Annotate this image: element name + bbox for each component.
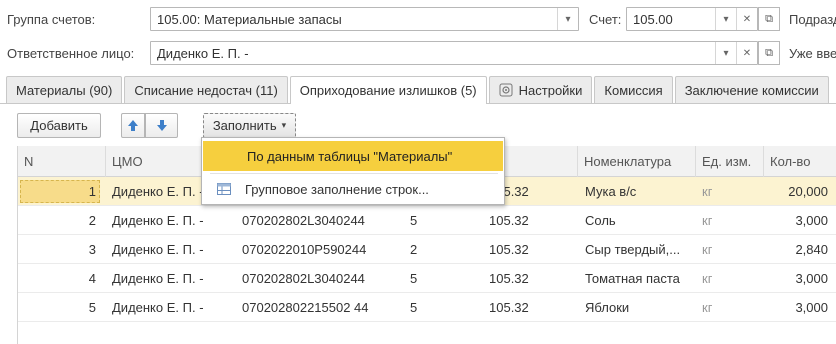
row-nomenclature: Сыр твердый,...	[585, 242, 681, 257]
fill-dropdown-button[interactable]: Заполнить ▾	[203, 113, 296, 138]
table-row[interactable]: 4 Диденко Е. П. - 070202802L3040244 5 10…	[18, 264, 836, 293]
row-qty: 3,000	[795, 213, 828, 228]
row-kps: 5	[410, 213, 418, 228]
table-icon	[217, 183, 231, 195]
row-nomenclature: Томатная паста	[585, 271, 680, 286]
row-account: 105.32	[489, 242, 529, 257]
gear-icon	[499, 83, 513, 97]
row-kbk: 070202802L3040244	[242, 213, 365, 228]
row-unit: кг	[702, 242, 713, 257]
account-group-field[interactable]: 105.00: Материальные запасы ▾	[150, 7, 579, 31]
row-qty: 20,000	[788, 184, 828, 199]
row-kps: 5	[410, 300, 418, 315]
chevron-down-icon[interactable]: ▾	[715, 42, 736, 64]
row-cmo: Диденко Е. П. -	[112, 300, 204, 315]
row-unit: кг	[702, 184, 713, 199]
clear-icon[interactable]: ✕	[736, 8, 757, 30]
add-button[interactable]: Добавить	[17, 113, 101, 138]
row-account: 105.32	[489, 300, 529, 315]
account-group-value: 105.00: Материальные запасы	[157, 12, 342, 27]
row-cmo: Диденко Е. П. -	[112, 242, 204, 257]
row-unit: кг	[702, 213, 713, 228]
responsible-label: Ответственное лицо:	[7, 46, 135, 61]
row-unit: кг	[702, 300, 713, 315]
tab-shortage-writeoff[interactable]: Списание недостач (11)	[124, 76, 288, 103]
move-up-button[interactable]	[121, 113, 145, 138]
move-down-button[interactable]	[145, 113, 178, 138]
column-header-n[interactable]: N	[18, 146, 105, 177]
row-cmo: Диденко Е. П. -	[112, 271, 204, 286]
tab-materials[interactable]: Материалы (90)	[6, 76, 123, 103]
row-nomenclature: Мука в/с	[585, 184, 637, 199]
arrow-down-icon	[156, 120, 167, 131]
tab-commission[interactable]: Комиссия	[594, 76, 673, 103]
column-header-unit[interactable]: Ед. изм.	[695, 146, 763, 177]
column-header-nomenclature[interactable]: Номенклатура	[577, 146, 695, 177]
tab-commission-conclusion[interactable]: Заключение комиссии	[674, 76, 829, 103]
account-value: 105.00	[633, 12, 673, 27]
tab-surplus-receipt[interactable]: Оприходование излишков (5)	[289, 76, 487, 104]
menu-item-group-fill[interactable]: Групповое заполнение строк...	[203, 174, 503, 204]
row-qty: 3,000	[795, 300, 828, 315]
open-icon[interactable]: ⧉	[758, 7, 780, 31]
tab-bar: Материалы (90) Списание недостач (11) Оп…	[6, 76, 831, 104]
row-qty: 3,000	[795, 271, 828, 286]
tab-settings[interactable]: Настройки	[488, 76, 593, 103]
chevron-down-icon[interactable]: ▾	[557, 8, 578, 30]
row-kps: 5	[410, 271, 418, 286]
row-kbk: 070202802L3040244	[242, 271, 365, 286]
responsible-value: Диденко Е. П. -	[157, 46, 249, 61]
account-field[interactable]: 105.00 ▾ ✕	[626, 7, 758, 31]
row-number: 5	[88, 300, 96, 315]
row-nomenclature: Соль	[585, 213, 616, 228]
row-number: 2	[88, 213, 96, 228]
menu-item-fill-from-materials[interactable]: По данным таблицы "Материалы"	[203, 141, 503, 171]
already-entered-label: Уже вве	[789, 46, 836, 61]
row-account: 105.32	[489, 213, 529, 228]
row-number: 4	[88, 271, 96, 286]
row-nomenclature: Яблоки	[585, 300, 630, 315]
row-cmo: Диденко Е. П. -	[112, 184, 204, 199]
table-row[interactable]: 2 Диденко Е. П. - 070202802L3040244 5 10…	[18, 206, 836, 235]
table-row[interactable]: 5 Диденко Е. П. - 070202802215502 44 5 1…	[18, 293, 836, 322]
column-header-qty[interactable]: Кол-во	[763, 146, 836, 177]
row-account: 105.32	[489, 271, 529, 286]
open-icon[interactable]: ⧉	[758, 41, 780, 65]
account-label: Счет:	[589, 12, 622, 27]
table-row[interactable]: 3 Диденко Е. П. - 0702022010P590244 2 10…	[18, 235, 836, 264]
row-unit: кг	[702, 271, 713, 286]
chevron-down-icon: ▾	[281, 120, 287, 130]
chevron-down-icon[interactable]: ▾	[715, 8, 736, 30]
row-qty: 2,840	[795, 242, 828, 257]
fill-dropdown-menu: По данным таблицы "Материалы" Групповое …	[201, 137, 505, 205]
subdivision-label: Подразд	[789, 12, 836, 27]
clear-icon[interactable]: ✕	[736, 42, 757, 64]
row-cmo: Диденко Е. П. -	[112, 213, 204, 228]
group-label: Группа счетов:	[7, 12, 96, 27]
row-kbk: 070202802215502 44	[242, 300, 369, 315]
row-number[interactable]: 1	[20, 180, 100, 203]
row-kbk: 0702022010P590244	[242, 242, 367, 257]
row-number: 3	[88, 242, 96, 257]
arrow-up-icon	[128, 120, 138, 131]
row-kps: 2	[410, 242, 418, 257]
responsible-field[interactable]: Диденко Е. П. - ▾ ✕	[150, 41, 758, 65]
